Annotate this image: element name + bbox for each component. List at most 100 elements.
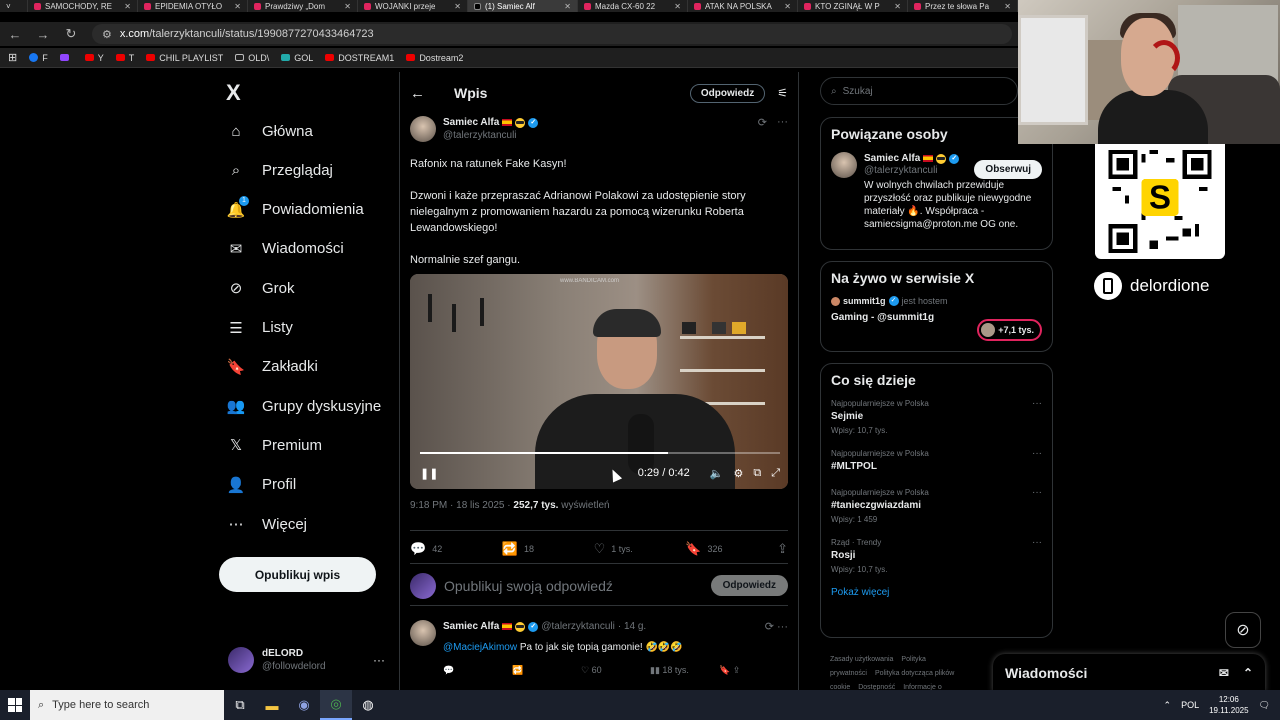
video-player[interactable]: www.BANDICAM.com ❚❚ 0:29 / 0:42 🔈 ⚙ ⧉ ⤢ [410,274,788,489]
messages-drawer[interactable]: Wiadomości ✉ ⌃ [993,654,1265,692]
more-dots-icon[interactable]: ··· [1032,448,1042,459]
bookmark-item[interactable]: F [29,53,48,63]
bookmark-action[interactable]: 🔖 326 [685,541,777,557]
trend-item[interactable]: Najpopularniejsze w Polska Sejmie Wpisy: 1… [831,398,1042,436]
bookmark-item[interactable]: OLD\ [235,53,269,63]
expand-up-icon[interactable]: ⌃ [1243,666,1253,680]
close-tab-icon[interactable]: ✕ [564,2,571,11]
start-button[interactable] [0,690,30,720]
back-arrow-icon[interactable]: ← [410,85,440,102]
grok-icon[interactable]: ⊘ [1225,612,1261,648]
reply-submit-button[interactable]: Odpowiedz [710,575,788,596]
sidebar-item[interactable]: ⌂ Główna [226,121,312,141]
reload-icon[interactable]: ↻ [64,26,78,42]
sidebar-item[interactable]: ✉ Wiadomości [226,239,344,259]
post-button[interactable]: Opublikuj wpis [219,557,376,592]
close-tab-icon[interactable]: ✕ [454,2,461,11]
like-action[interactable]: ♡ 1 tys. [594,541,686,557]
sidebar-item[interactable]: 👤 Profil [226,475,297,495]
pip-icon[interactable]: ⧉ [753,467,761,480]
bookmark-item[interactable]: CHIL PLAYLIST [146,53,223,63]
close-tab-icon[interactable]: ✕ [234,2,241,11]
share-action[interactable]: ⇪ [777,541,788,557]
sidebar-item[interactable]: ☰ Listy [226,318,293,338]
footer-link[interactable]: Zasady użytkowania [830,656,893,663]
browser-tab[interactable]: KTO ZGINĄŁ W P ✕ [798,0,908,12]
tweet-author-name[interactable]: Samiec Alfa [443,116,499,129]
sidebar-item[interactable]: ⊘ Grok [226,278,295,298]
bookmark-item[interactable]: GOL [281,53,313,63]
avatar[interactable] [410,116,436,142]
more-dots-icon[interactable]: ··· [1032,398,1042,409]
more-dots-icon[interactable]: ··· [1032,537,1042,548]
more-dots-icon[interactable]: ··· [1032,487,1042,498]
site-info-icon[interactable]: ⚙ [102,28,112,41]
close-tab-icon[interactable]: ✕ [1004,2,1011,11]
close-tab-icon[interactable]: ✕ [124,2,131,11]
reply-action[interactable]: 💬 42 [410,541,502,557]
browser-tab[interactable]: Przez te słowa Pa ✕ [908,0,1018,12]
follow-button[interactable]: Obserwuj [974,160,1042,179]
grok-icon[interactable]: ⟳ [758,116,767,129]
pause-icon[interactable]: ❚❚ [420,467,438,480]
close-tab-icon[interactable]: ✕ [894,2,901,11]
more-dots-icon[interactable]: ⟳ ··· [765,620,788,633]
trend-item[interactable]: Najpopularniejsze w Polska #MLTPOL ··· [831,448,1042,475]
bookmark-icon[interactable]: 🔖 ⇪ [719,665,788,676]
repost-action[interactable]: 🔁 18 [502,541,594,557]
show-more-link[interactable]: Pokaż więcej [831,587,1042,598]
sliders-icon[interactable]: ⚟ [777,86,788,100]
file-explorer-icon[interactable]: ▬ [256,690,288,720]
browser-tab[interactable]: Mazda CX-60 22 ✕ [578,0,688,12]
apps-icon[interactable]: ⊞ [8,51,17,64]
tab-menu[interactable]: ˅ [0,0,28,12]
x-logo[interactable]: X [226,80,241,106]
reply-input[interactable]: Opublikuj swoją odpowiedź [444,578,613,594]
url-field[interactable]: ⚙ x.com/talerzyktanculi/status/199087727… [92,24,1012,44]
close-tab-icon[interactable]: ✕ [784,2,791,11]
task-view-icon[interactable]: ⧉ [224,690,256,720]
trend-item[interactable]: Rząd · Trendy Rosji Wpisy: 10,7 tys. ··· [831,537,1042,575]
chrome-icon[interactable]: ◎ [320,690,352,720]
bookmark-item[interactable]: T [115,53,134,63]
language-indicator[interactable]: POL [1181,700,1199,710]
avatar[interactable] [831,152,857,178]
live-listeners-badge[interactable]: +7,1 tys. [977,319,1042,341]
back-icon[interactable]: ← [8,27,22,42]
browser-tab[interactable]: SAMOCHODY, RE ✕ [28,0,138,12]
reply-icon[interactable]: 💬 [443,665,512,676]
bookmark-item[interactable]: Dostream2 [406,53,463,63]
sidebar-item[interactable]: 𝕏 Premium [226,435,322,455]
browser-tab[interactable]: (1) Samiec Alf ✕ [468,0,578,12]
views-action[interactable]: ▮▮ 18 tys. [650,665,719,676]
new-message-icon[interactable]: ✉ [1219,666,1229,680]
discord-icon[interactable]: ◉ [288,690,320,720]
trend-item[interactable]: Najpopularniejsze w Polska #tanieczgwiazd… [831,487,1042,525]
like-action[interactable]: ♡ 60 [581,665,650,676]
sidebar-item[interactable]: 👥 Grupy dyskusyjne [226,396,382,416]
bookmark-item[interactable]: Y [84,53,104,63]
taskbar-search[interactable]: ⌕ Type here to search [30,690,224,720]
volume-icon[interactable]: 🔈 [710,467,724,480]
browser-tab[interactable]: ATAK NA POLSKA ✕ [688,0,798,12]
related-name[interactable]: Samiec Alfa [864,152,920,165]
repost-icon[interactable]: 🔁 [512,665,581,676]
sidebar-item[interactable]: ⌕ Przeglądaj [226,160,333,180]
more-dots-icon[interactable]: ··· [777,116,788,129]
notification-icon[interactable]: 🗨 [1259,700,1270,711]
bookmark-item[interactable] [59,54,73,61]
live-host[interactable]: summit1g [843,296,886,306]
settings-icon[interactable]: ⚙ [733,467,743,480]
reply-tweet[interactable]: Samiec Alfa ✓ @talerzyktanculi · 14 g. ⟳ ··… [410,620,788,676]
browser-tab[interactable]: Prawdziwy „Dom ✕ [248,0,358,12]
tray-arrow-icon[interactable]: ⌃ [1164,700,1172,711]
bookmark-item[interactable]: DOSTREAM1 [325,53,394,63]
close-tab-icon[interactable]: ✕ [674,2,681,11]
forward-icon[interactable]: → [36,27,50,42]
reply-header-button[interactable]: Odpowiedz [689,83,766,103]
video-progress-bar[interactable] [420,452,780,454]
search-input[interactable]: ⌕ Szukaj [820,77,1018,105]
close-tab-icon[interactable]: ✕ [344,2,351,11]
tweet-author-handle[interactable]: @talerzyktanculi [443,129,538,142]
sidebar-item[interactable]: ⋯ Więcej [226,514,308,534]
